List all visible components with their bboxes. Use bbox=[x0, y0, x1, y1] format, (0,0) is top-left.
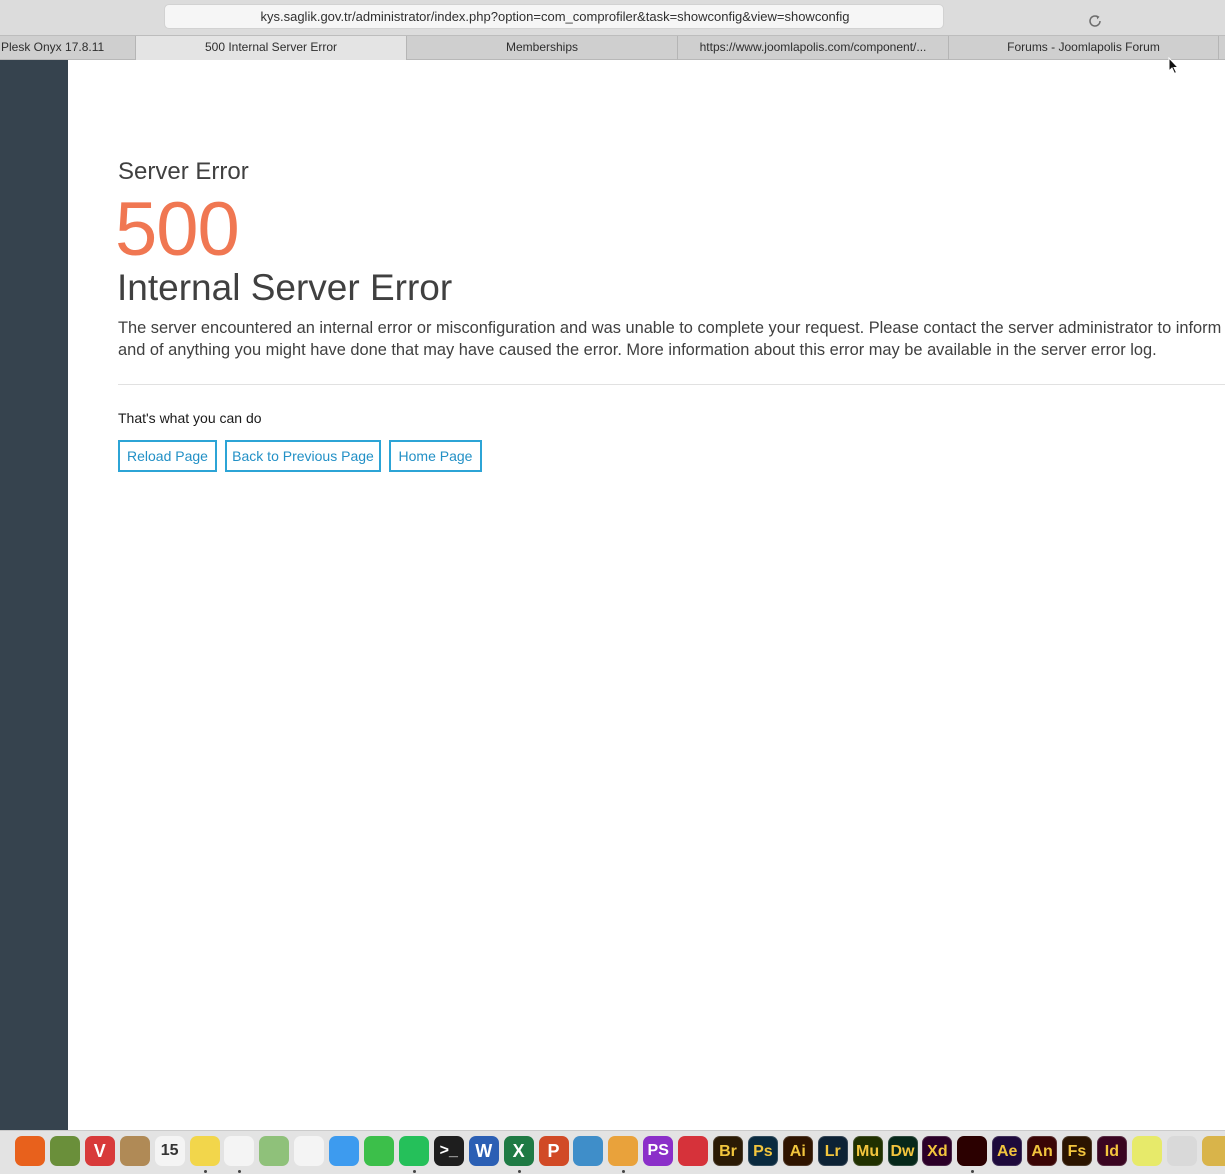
tab-joomlapolis-component[interactable]: https://www.joomlapolis.com/component/..… bbox=[678, 36, 949, 60]
muse-icon[interactable]: Mu bbox=[852, 1136, 883, 1166]
address-bar[interactable]: kys.saglik.gov.tr/administrator/index.ph… bbox=[164, 4, 1101, 30]
photoshop-icon[interactable]: Ps bbox=[747, 1136, 778, 1166]
error-label: Server Error bbox=[118, 158, 249, 185]
phpstorm-icon[interactable]: PS bbox=[643, 1136, 674, 1166]
error-code: 500 bbox=[115, 187, 240, 272]
messages-icon[interactable] bbox=[329, 1136, 360, 1166]
divider bbox=[118, 384, 1225, 385]
excel-icon[interactable]: X bbox=[503, 1136, 534, 1166]
contacts-icon[interactable] bbox=[119, 1136, 150, 1166]
address-url[interactable]: kys.saglik.gov.tr/administrator/index.ph… bbox=[165, 5, 945, 30]
browser-window: kys.saglik.gov.tr/administrator/index.ph… bbox=[0, 0, 1225, 1174]
sequel-icon[interactable] bbox=[573, 1136, 604, 1166]
tab-bar: Plesk Onyx 17.8.11 500 Internal Server E… bbox=[0, 35, 1225, 60]
whatsapp-icon[interactable] bbox=[398, 1136, 429, 1166]
mouse-cursor-icon bbox=[1168, 57, 1180, 75]
reload-page-button[interactable]: Reload Page bbox=[118, 440, 217, 472]
archive-icon[interactable] bbox=[1201, 1136, 1225, 1166]
page-content bbox=[68, 60, 1225, 1130]
error-description-line: The server encountered an internal error… bbox=[118, 319, 1225, 337]
dreamweaver-icon[interactable]: Dw bbox=[887, 1136, 918, 1166]
running-indicator bbox=[203, 1170, 207, 1173]
calendar-icon[interactable]: 15 bbox=[154, 1136, 185, 1166]
word-icon[interactable]: W bbox=[468, 1136, 499, 1166]
photos-icon[interactable] bbox=[294, 1136, 325, 1166]
notes-icon[interactable] bbox=[189, 1136, 220, 1166]
dock: V 15 >_ W X P PS Br Ps Ai Lr Mu Dw Xd Ae An Fs Id bbox=[0, 1130, 1225, 1174]
after-effects-icon[interactable]: Ae bbox=[992, 1136, 1023, 1166]
reminders-icon[interactable] bbox=[224, 1136, 255, 1166]
lightroom-icon[interactable]: Lr bbox=[817, 1136, 848, 1166]
tab-500-error[interactable]: 500 Internal Server Error bbox=[136, 36, 407, 60]
parallels-icon[interactable] bbox=[1166, 1136, 1197, 1166]
filezilla-icon[interactable] bbox=[678, 1136, 709, 1166]
tab-memberships[interactable]: Memberships bbox=[407, 36, 678, 60]
page-sidebar bbox=[0, 60, 68, 1130]
terminal-icon[interactable]: >_ bbox=[433, 1136, 464, 1166]
navicat-icon[interactable] bbox=[608, 1136, 639, 1166]
acrobat-icon[interactable] bbox=[957, 1136, 988, 1166]
actions-heading: That's what you can do bbox=[118, 410, 262, 426]
bridge-icon[interactable]: Br bbox=[713, 1136, 743, 1166]
indesign-icon[interactable]: Id bbox=[1096, 1136, 1127, 1166]
globe-app-icon[interactable] bbox=[49, 1136, 80, 1166]
stickies-icon[interactable] bbox=[1131, 1136, 1162, 1166]
xd-icon[interactable]: Xd bbox=[922, 1136, 953, 1166]
error-description: The server encountered an internal error… bbox=[118, 317, 1225, 361]
powerpoint-icon[interactable]: P bbox=[538, 1136, 569, 1166]
fuse-icon[interactable]: Fs bbox=[1062, 1136, 1092, 1166]
running-indicator bbox=[622, 1170, 626, 1173]
running-indicator bbox=[517, 1170, 521, 1173]
reload-icon[interactable] bbox=[1087, 13, 1103, 29]
running-indicator bbox=[971, 1170, 975, 1173]
running-indicator bbox=[238, 1170, 242, 1173]
address-toolbar: kys.saglik.gov.tr/administrator/index.ph… bbox=[0, 0, 1225, 35]
maps-icon[interactable] bbox=[259, 1136, 290, 1166]
back-to-previous-page-button[interactable]: Back to Previous Page bbox=[225, 440, 381, 472]
error-description-line: and of anything you might have done that… bbox=[118, 341, 1157, 359]
running-indicator bbox=[412, 1170, 416, 1173]
tab-plesk[interactable]: Plesk Onyx 17.8.11 bbox=[0, 36, 136, 60]
error-title: Internal Server Error bbox=[117, 267, 453, 308]
home-page-button[interactable]: Home Page bbox=[389, 440, 482, 472]
illustrator-icon[interactable]: Ai bbox=[782, 1136, 813, 1166]
vivaldi-icon[interactable]: V bbox=[84, 1136, 115, 1166]
facetime-icon[interactable] bbox=[364, 1136, 394, 1166]
animate-icon[interactable]: An bbox=[1027, 1136, 1058, 1166]
firefox-icon[interactable] bbox=[15, 1136, 45, 1166]
